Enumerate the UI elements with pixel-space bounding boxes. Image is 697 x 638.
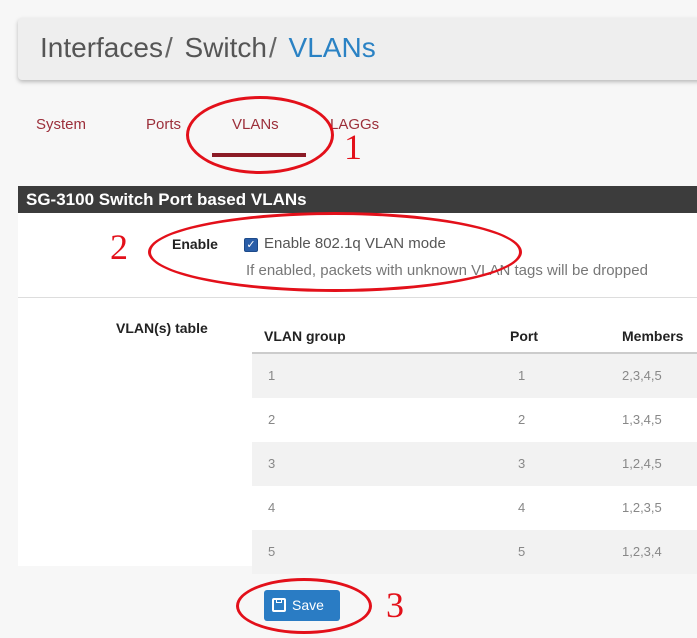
breadcrumb-separator: / xyxy=(268,32,277,63)
cell-port: 3 xyxy=(518,456,526,471)
cell-port: 5 xyxy=(518,544,526,559)
table-row[interactable]: 1 1 2,3,4,5 xyxy=(252,354,697,398)
column-header-members: Members xyxy=(622,328,684,344)
cell-vlan-group: 5 xyxy=(268,544,276,559)
cell-vlan-group: 2 xyxy=(268,412,276,427)
tab-ports[interactable]: Ports xyxy=(146,116,181,133)
annotation-ellipse-3 xyxy=(236,578,372,634)
breadcrumb: Interfaces/ Switch/ VLANs xyxy=(40,32,376,64)
breadcrumb-separator: / xyxy=(164,32,173,63)
table-row[interactable]: 5 5 1,2,3,4 xyxy=(252,530,697,574)
vlan-table-label: VLAN(s) table xyxy=(116,320,208,336)
column-header-vlan-group: VLAN group xyxy=(264,328,346,344)
annotation-ellipse-1 xyxy=(186,96,334,174)
page-header: Interfaces/ Switch/ VLANs xyxy=(18,18,697,80)
divider xyxy=(18,297,697,298)
annotation-number-1: 1 xyxy=(344,127,362,167)
cell-port: 1 xyxy=(518,368,526,383)
cell-members: 1,2,3,5 xyxy=(622,500,662,515)
breadcrumb-interfaces[interactable]: Interfaces xyxy=(40,32,163,63)
table-row[interactable]: 3 3 1,2,4,5 xyxy=(252,442,697,486)
cell-vlan-group: 1 xyxy=(268,368,276,383)
cell-port: 4 xyxy=(518,500,526,515)
table-row[interactable]: 4 4 1,2,3,5 xyxy=(252,486,697,530)
table-row[interactable]: 2 2 1,3,4,5 xyxy=(252,398,697,442)
cell-members: 2,3,4,5 xyxy=(622,368,662,383)
tab-system[interactable]: System xyxy=(36,116,86,133)
cell-port: 2 xyxy=(518,412,526,427)
cell-members: 1,2,4,5 xyxy=(622,456,662,471)
cell-members: 1,2,3,4 xyxy=(622,544,662,559)
breadcrumb-switch[interactable]: Switch xyxy=(185,32,267,63)
cell-members: 1,3,4,5 xyxy=(622,412,662,427)
column-header-port: Port xyxy=(510,328,538,344)
annotation-number-3: 3 xyxy=(386,585,404,625)
cell-vlan-group: 4 xyxy=(268,500,276,515)
annotation-ellipse-2 xyxy=(148,212,522,292)
breadcrumb-vlans[interactable]: VLANs xyxy=(289,32,376,63)
panel-title: SG-3100 Switch Port based VLANs xyxy=(18,186,697,213)
cell-vlan-group: 3 xyxy=(268,456,276,471)
annotation-number-2: 2 xyxy=(110,227,128,267)
